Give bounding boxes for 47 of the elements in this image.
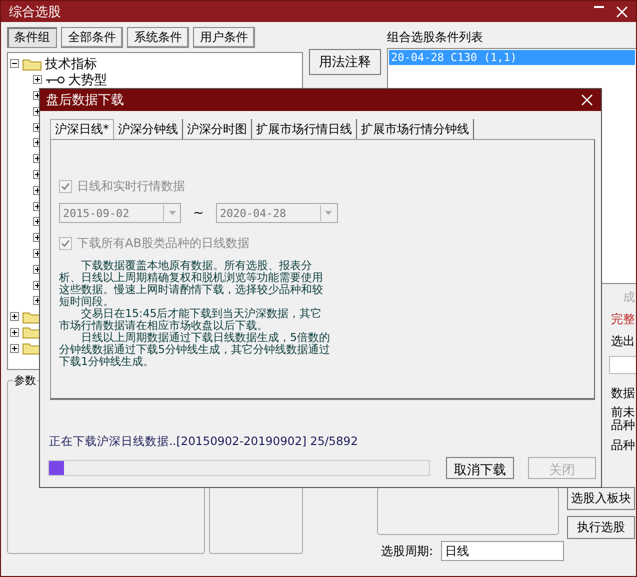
- action-button[interactable]: 执行选股: [567, 516, 635, 539]
- tab[interactable]: 扩展市场行情分钟线: [357, 119, 474, 139]
- folder-icon: [22, 56, 42, 71]
- group-label: 参数: [13, 373, 37, 388]
- period-field[interactable]: 日线: [441, 541, 564, 561]
- tree-item[interactable]: 大势型: [68, 70, 107, 89]
- label-text: 品种: [610, 437, 636, 454]
- usage-notes-button[interactable]: 用法注释: [309, 49, 381, 75]
- key-icon: [45, 74, 65, 85]
- note-paragraph: 日线以上周期数据通过下载日线数据生成，5倍数的分钟线数据通过下载5分钟线生成，其它分钟线数据通过下载1分钟线生成。: [59, 332, 331, 368]
- label-text: 成: [622, 289, 636, 306]
- tab[interactable]: 系统条件: [127, 27, 189, 48]
- status-text: 正在下载沪深日线数据..[20150902-20190902] 25/5892: [49, 434, 359, 449]
- label-text: 前未: [610, 406, 636, 419]
- dropdown-caret-icon: [168, 211, 176, 215]
- label-text: 数据: [610, 385, 636, 402]
- close-icon: [581, 94, 593, 106]
- tree-item[interactable]: 技术指标: [45, 54, 97, 73]
- input-field[interactable]: [609, 356, 636, 374]
- minimize-icon: [594, 6, 604, 8]
- label-text: 品种: [610, 419, 636, 432]
- cancel-download-button[interactable]: 取消下载: [446, 457, 514, 479]
- note-paragraph: 下载数据覆盖本地原有数据。所有选股、报表分析、日线以上周期精确复权和脱机浏览等功能需要使用这些数据。慢速上网时请酌情下载，选择较少品种和较短时间段。: [59, 260, 324, 308]
- label-text: 选出: [610, 333, 636, 350]
- note-paragraph: 交易日在15:45后才能下载到当天沪深数据，其它市场行情数据请在相应市场收盘以后下载。: [59, 308, 323, 332]
- tab[interactable]: 条件组: [7, 27, 57, 48]
- close-icon: [616, 6, 628, 18]
- tab[interactable]: 扩展市场行情日线: [252, 119, 357, 139]
- checkbox-label: 下载所有AB股类品种的日线数据: [77, 235, 250, 252]
- tab[interactable]: 沪深分钟线: [114, 119, 183, 139]
- label-text: 完整: [610, 311, 636, 328]
- date-value: 2015-09-02: [62, 206, 130, 220]
- tab[interactable]: 沪深日线*: [50, 119, 114, 139]
- window-title: 综合选股: [9, 4, 62, 20]
- dialog-title: 盘后数据下载: [46, 92, 125, 109]
- tab[interactable]: 用户条件: [193, 27, 255, 48]
- list-title: 组合选股条件列表: [387, 29, 484, 46]
- tab[interactable]: 沪深分时图: [183, 119, 252, 139]
- checkbox-label: 日线和实时行情数据: [77, 178, 185, 195]
- date-value: 2020-04-28: [218, 206, 288, 220]
- tab[interactable]: 全部条件: [61, 27, 123, 48]
- date-dropdown[interactable]: 2020-04-28: [216, 203, 338, 223]
- action-button[interactable]: 选股入板块: [567, 487, 635, 510]
- range-separator: ~: [193, 206, 204, 220]
- dropdown-caret-icon: [325, 211, 332, 215]
- date-dropdown[interactable]: 2015-09-02: [59, 203, 181, 223]
- period-label: 选股周期:: [381, 542, 434, 560]
